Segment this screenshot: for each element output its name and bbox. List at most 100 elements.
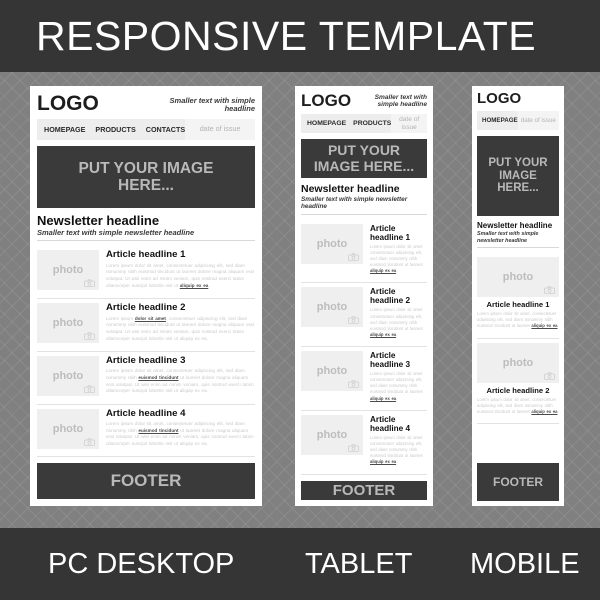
article-body: Article headline 2 Lorem ipsum dolor sit… — [477, 386, 559, 420]
article-link[interactable]: aliquip ex ea — [370, 459, 396, 464]
newsletter-subheadline: Smaller text with simple newsletter head… — [301, 196, 408, 211]
camera-icon — [84, 332, 95, 340]
article-link[interactable]: dolor sit amet — [135, 316, 166, 321]
photo-placeholder-label: photo — [502, 270, 534, 283]
camera-icon — [84, 385, 95, 393]
table-row: photo Article headline 4 Lorem ipsum dol… — [301, 411, 427, 475]
table-row: photo Article headline 3 Lorem ipsum dol… — [301, 347, 427, 411]
newsletter-subheadline: Smaller text with simple newsletter head… — [37, 227, 195, 237]
article-paragraph: Lorem ipsum dolor sit amet consectetuer … — [370, 434, 423, 465]
tagline: Smaller text with simple headline — [169, 95, 255, 114]
photo-placeholder[interactable]: photo — [37, 303, 99, 344]
article-body: Article headline 4 Lorem ipsum dolor sit… — [370, 415, 427, 470]
article-headline[interactable]: Article headline 2 — [106, 302, 255, 314]
article-link[interactable]: aliquip ex ea — [370, 396, 396, 401]
photo-placeholder[interactable]: photo — [477, 342, 559, 383]
article-body: Article headline 1 Lorem ipsum dolor sit… — [477, 300, 559, 334]
hero-image-placeholder[interactable]: PUT YOUR IMAGE HERE... — [301, 139, 427, 179]
desktop-panel: LOGO Smaller text with simple headline H… — [30, 86, 262, 506]
newsletter-headline: Newsletter headline — [37, 212, 160, 228]
photo-placeholder[interactable]: photo — [37, 250, 99, 291]
nav-items: HOMEPAGE PRODUCTS CONTACTS — [37, 119, 185, 140]
nav-item-contacts[interactable]: CONTACTS — [146, 119, 185, 140]
panel-footer[interactable]: FOOTER — [37, 463, 255, 499]
table-row: photo Article headline 2 Lorem ipsum dol… — [301, 283, 427, 348]
article-paragraph: Lorem ipsum dolor sit amet, consectetuer… — [477, 311, 559, 329]
nav-item-homepage[interactable]: HOMEPAGE — [307, 114, 346, 133]
article-body: Article headline 2 Lorem ipsum dolor sit… — [106, 302, 255, 347]
article-headline[interactable]: Article headline 2 — [477, 386, 559, 395]
nav-item-homepage[interactable]: HOMEPAGE — [482, 111, 518, 130]
desktop-newsletter-block: Newsletter headline Smaller text with si… — [37, 212, 255, 242]
nav-item-homepage[interactable]: HOMEPAGE — [44, 119, 85, 140]
label-mobile: MOBILE — [470, 547, 580, 580]
article-link[interactable]: aliquip ex ea — [370, 268, 396, 273]
table-row: photo Article headline 1 Lorem ipsum dol… — [477, 253, 559, 339]
date-of-issue: date of issue — [391, 114, 427, 133]
article-body: Article headline 3 Lorem ipsum dolor sit… — [106, 355, 255, 400]
article-body: Article headline 2 Lorem ipsum dolor sit… — [370, 287, 427, 342]
nav-item-products[interactable]: PRODUCTS — [353, 114, 391, 133]
article-link[interactable]: euismod tincidunt — [138, 375, 178, 380]
table-row: photo Article headline 4 Lorem ipsum dol… — [37, 405, 255, 458]
tablet-header: LOGO Smaller text with simple headline — [301, 92, 427, 109]
article-headline[interactable]: Article headline 4 — [106, 408, 255, 420]
article-headline[interactable]: Article headline 2 — [370, 287, 427, 305]
article-headline[interactable]: Article headline 1 — [370, 224, 427, 242]
article-link[interactable]: aliquip ex ea — [531, 323, 557, 328]
mobile-panel: LOGO HOMEPAGE date of issue PUT YOUR IMA… — [472, 86, 564, 506]
photo-placeholder-label: photo — [52, 264, 84, 277]
article-link[interactable]: aliquip ex ea — [531, 409, 557, 414]
hero-image-placeholder[interactable]: PUT YOUR IMAGE HERE... — [37, 146, 255, 208]
camera-icon — [348, 444, 359, 452]
desktop-header: LOGO Smaller text with simple headline — [37, 93, 255, 114]
article-link[interactable]: aliquip ex ea — [370, 332, 396, 337]
camera-icon — [348, 380, 359, 389]
article-headline[interactable]: Article headline 3 — [370, 351, 427, 369]
mobile-newsletter-block: Newsletter headline Smaller text with si… — [477, 221, 559, 248]
article-paragraph: Lorem ipsum dolor sit amet, consectetuer… — [106, 315, 255, 341]
article-link[interactable]: aliquip ex ea — [180, 283, 209, 288]
camera-icon — [84, 279, 95, 288]
logo: LOGO — [477, 90, 522, 107]
camera-icon — [348, 253, 359, 261]
article-headline[interactable]: Article headline 1 — [106, 250, 255, 261]
nav-items: HOMEPAGE PRODUCTS — [301, 114, 391, 133]
logo: LOGO — [301, 91, 352, 110]
panel-footer[interactable]: FOOTER — [301, 480, 427, 500]
panel-footer[interactable]: FOOTER — [477, 463, 559, 501]
article-paragraph: Lorem ipsum dolor sit amet consectetuer … — [370, 307, 423, 337]
label-tablet: TABLET — [305, 547, 413, 580]
article-body: Article headline 1 Lorem ipsum dolor sit… — [106, 250, 255, 294]
photo-placeholder-label: photo — [316, 301, 348, 314]
photo-placeholder[interactable]: photo — [301, 351, 363, 392]
article-paragraph: Lorem ipsum dolor sit amet, consectetuer… — [106, 262, 255, 288]
photo-placeholder-label: photo — [316, 237, 348, 250]
photo-placeholder[interactable]: photo — [37, 408, 99, 449]
article-paragraph: Lorem ipsum dolor sit amet, consectetuer… — [477, 396, 559, 415]
camera-icon — [348, 316, 359, 325]
photo-placeholder[interactable]: photo — [301, 287, 363, 328]
responsive-template-mockup: RESPONSIVE TEMPLATE LOGO Smaller text wi… — [0, 0, 600, 600]
camera-icon — [544, 371, 555, 380]
tablet-newsletter-block: Newsletter headline Smaller text with si… — [301, 183, 427, 215]
article-paragraph: Lorem ipsum dolor sit amet, consectetuer… — [106, 368, 254, 394]
photo-placeholder[interactable]: photo — [301, 414, 363, 455]
photo-placeholder-label: photo — [316, 365, 348, 378]
newsletter-headline: Newsletter headline — [477, 221, 553, 230]
page-title: RESPONSIVE TEMPLATE — [36, 12, 537, 59]
tablet-article-list: photo Article headline 1 Lorem ipsum dol… — [301, 220, 427, 475]
article-headline[interactable]: Article headline 3 — [106, 355, 255, 367]
article-headline[interactable]: Article headline 1 — [477, 300, 559, 309]
photo-placeholder[interactable]: photo — [37, 355, 99, 396]
article-link[interactable]: euismod tincidunt — [138, 428, 178, 433]
photo-placeholder[interactable]: photo — [477, 256, 559, 297]
table-row: photo Article headline 1 Lorem ipsum dol… — [37, 246, 255, 300]
article-paragraph: Lorem ipsum dolor sit amet consectetuer … — [370, 243, 423, 274]
article-headline[interactable]: Article headline 4 — [370, 415, 427, 433]
nav-item-products[interactable]: PRODUCTS — [95, 119, 135, 140]
photo-placeholder[interactable]: photo — [301, 223, 363, 264]
article-body: Article headline 1 Lorem ipsum dolor sit… — [370, 224, 427, 279]
newsletter-subheadline: Smaller text with simple newsletter head… — [477, 231, 539, 244]
hero-image-placeholder[interactable]: PUT YOUR IMAGE HERE... — [477, 136, 559, 216]
